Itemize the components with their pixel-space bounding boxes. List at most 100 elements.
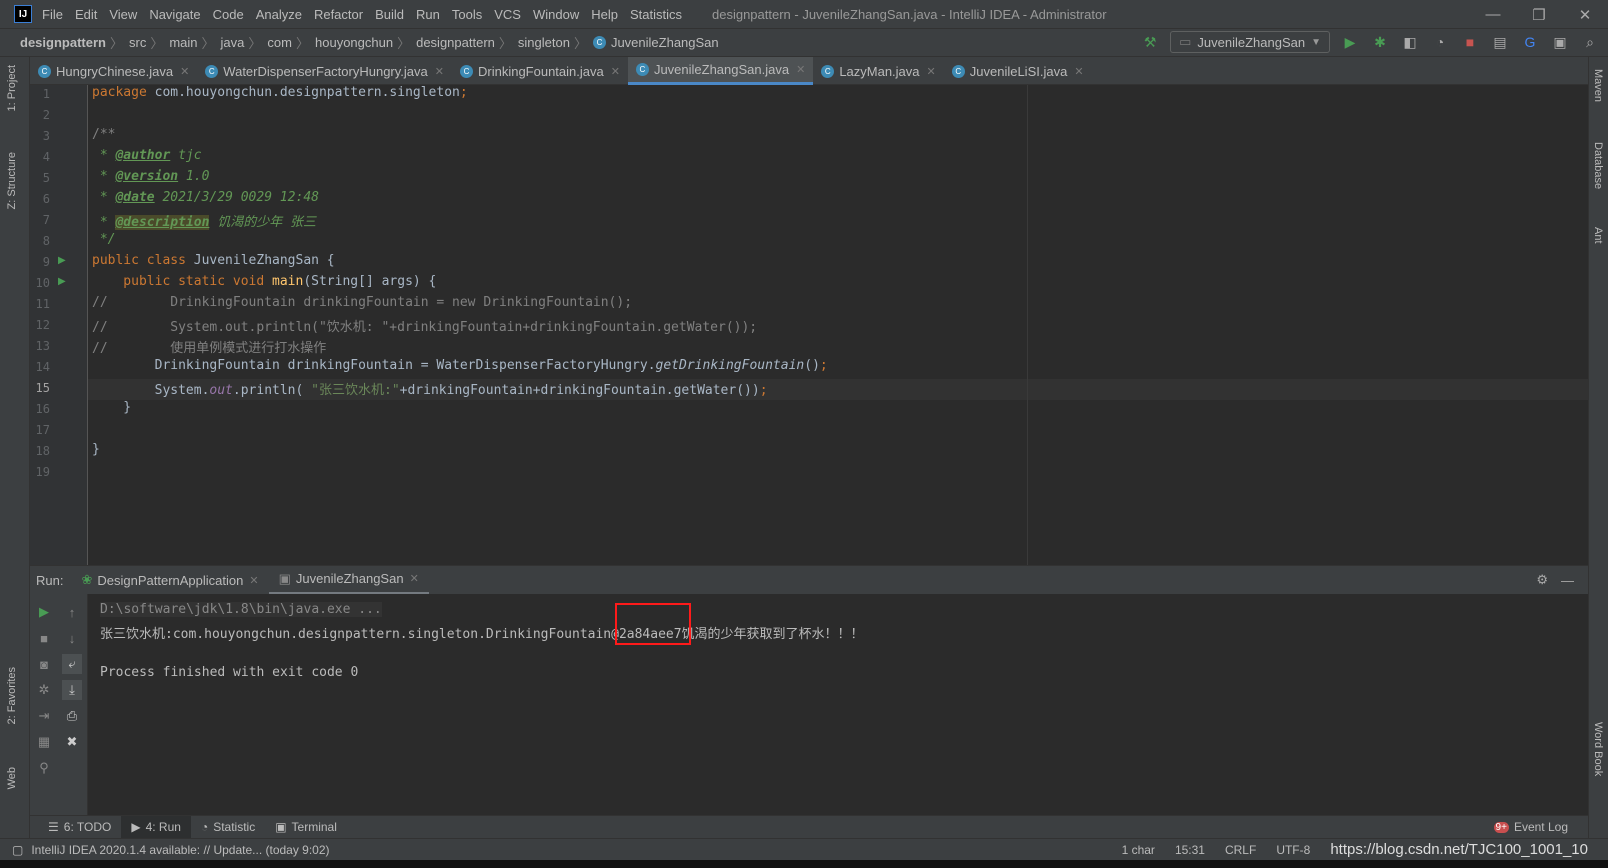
print-icon[interactable]: ⎙ <box>62 706 82 726</box>
login-icon[interactable]: ⇥ <box>34 706 54 726</box>
restore-button[interactable]: ❐ <box>1516 0 1562 29</box>
minimize-button[interactable]: — <box>1470 0 1516 29</box>
camera-icon[interactable]: ◙ <box>34 654 54 674</box>
run-tab-juvenilezhangsan[interactable]: ▣ JuvenileZhangSan ✕ <box>268 566 429 595</box>
statistic-tab[interactable]: ◔ Statistic <box>191 816 265 839</box>
close-icon[interactable]: ✕ <box>180 65 189 78</box>
layout-icon[interactable]: ▦ <box>34 732 54 752</box>
tab-juvenilelisi[interactable]: C JuvenileLiSI.java ✕ <box>944 57 1092 85</box>
rerun-icon[interactable]: ▶ <box>34 602 54 622</box>
breadcrumb-item[interactable]: designpattern <box>20 35 106 50</box>
caret-position[interactable]: 15:31 <box>1175 843 1205 857</box>
build-hammer-icon[interactable]: ⚒ <box>1140 32 1160 52</box>
profile-icon[interactable]: ◔ <box>1430 32 1450 52</box>
code-editor[interactable]: ▶ ▶ package com.houyongchun.designpatter… <box>30 85 1588 565</box>
soft-wrap-icon[interactable]: ⤶ <box>62 654 82 674</box>
structure-tool-button[interactable]: Z: Structure <box>6 152 18 209</box>
tab-label: Terminal <box>291 820 337 834</box>
code-line-13: // 使用单例模式进行打水操作 <box>92 341 327 356</box>
down-arrow-icon[interactable]: ↓ <box>62 628 82 648</box>
stop-icon[interactable]: ■ <box>34 628 54 648</box>
todo-tab[interactable]: ☰ 6: TODO <box>38 816 121 839</box>
run-tab-designpatternapplication[interactable]: ❀ DesignPatternApplication ✕ <box>71 566 268 595</box>
status-message[interactable]: IntelliJ IDEA 2020.1.4 available: // Upd… <box>31 843 329 857</box>
search-icon[interactable]: ⌕ <box>1580 32 1600 52</box>
breadcrumb-item[interactable]: singleton <box>518 35 570 50</box>
translate-icon[interactable]: G <box>1520 32 1540 52</box>
menu-navigate[interactable]: Navigate <box>149 7 200 22</box>
menu-run[interactable]: Run <box>416 7 440 22</box>
tab-lazyman[interactable]: C LazyMan.java ✕ <box>813 57 943 85</box>
breadcrumb-item[interactable]: com <box>267 35 292 50</box>
run-icon[interactable]: ▶ <box>1340 32 1360 52</box>
close-icon[interactable]: ✕ <box>249 574 258 587</box>
console-line: 张三饮水机:com.houyongchun.designpattern.sing… <box>100 627 864 642</box>
minimize-panel-icon[interactable]: — <box>1561 573 1574 588</box>
menu-analyze[interactable]: Analyze <box>256 7 302 22</box>
project-structure-icon[interactable]: ▤ <box>1490 32 1510 52</box>
run-tab[interactable]: ▶ 4: Run <box>121 815 191 839</box>
close-icon[interactable]: ✕ <box>410 572 419 585</box>
tab-juvenilezhangsan[interactable]: C JuvenileZhangSan.java ✕ <box>627 57 814 85</box>
close-icon[interactable]: ✕ <box>435 65 444 78</box>
tab-label: 4: Run <box>145 820 181 834</box>
breadcrumb-item[interactable]: houyongchun <box>315 35 393 50</box>
menu-window[interactable]: Window <box>533 7 579 22</box>
class-icon: C <box>951 64 965 78</box>
file-encoding[interactable]: UTF-8 <box>1276 843 1310 857</box>
close-icon[interactable]: ✕ <box>796 63 805 76</box>
close-icon[interactable]: ✕ <box>611 65 620 78</box>
chevron-down-icon: ▼ <box>1311 36 1321 48</box>
menu-view[interactable]: View <box>109 7 137 22</box>
breadcrumb-item[interactable]: designpattern <box>416 35 495 50</box>
code-line-7: * @description 饥渴的少年 张三 <box>92 215 317 230</box>
menu-edit[interactable]: Edit <box>75 7 97 22</box>
breadcrumb-item[interactable]: java <box>221 35 245 50</box>
settings-icon[interactable]: ✲ <box>34 680 54 700</box>
close-button[interactable]: ✕ <box>1562 0 1608 29</box>
terminal-window-icon[interactable]: ▣ <box>1550 32 1570 52</box>
run-main-icon[interactable]: ▶ <box>58 276 66 287</box>
word-book-tool-button[interactable]: Word Book <box>1592 722 1604 776</box>
ant-tool-button[interactable]: Ant <box>1592 227 1604 244</box>
breadcrumb-item[interactable]: src <box>129 35 146 50</box>
title-bar: IJ File Edit View Navigate Code Analyze … <box>0 0 1608 29</box>
breadcrumb-item[interactable]: main <box>169 35 197 50</box>
menu-build[interactable]: Build <box>375 7 404 22</box>
event-log-tab[interactable]: 9+ Event Log <box>1484 816 1578 839</box>
console-output[interactable]: D:\software\jdk\1.8\bin\java.exe ... 张三饮… <box>88 594 1588 815</box>
menu-file[interactable]: File <box>42 7 63 22</box>
gear-icon[interactable]: ⚙ <box>1536 572 1548 588</box>
web-tool-button[interactable]: Web <box>6 767 18 789</box>
stop-icon[interactable]: ■ <box>1460 32 1480 52</box>
maven-tool-button[interactable]: Maven <box>1592 69 1604 102</box>
run-class-icon[interactable]: ▶ <box>58 255 66 266</box>
close-icon[interactable]: ✕ <box>927 65 936 78</box>
watermark: https://blog.csdn.net/TJC100_1001_10 <box>1330 841 1588 858</box>
menu-statistics[interactable]: Statistics <box>630 7 682 22</box>
trash-icon[interactable]: ✖ <box>62 732 82 752</box>
line-separator[interactable]: CRLF <box>1225 843 1256 857</box>
up-arrow-icon[interactable]: ↑ <box>62 602 82 622</box>
debug-icon[interactable]: ✱ <box>1370 32 1390 52</box>
breadcrumb-item[interactable]: JuvenileZhangSan <box>611 35 719 50</box>
menu-vcs[interactable]: VCS <box>494 7 521 22</box>
coverage-icon[interactable]: ◧ <box>1400 32 1420 52</box>
menu-code[interactable]: Code <box>213 7 244 22</box>
class-icon: C <box>592 36 606 49</box>
menu-refactor[interactable]: Refactor <box>314 7 363 22</box>
tab-hungrychinese[interactable]: C HungryChinese.java ✕ <box>30 57 197 85</box>
project-tool-button[interactable]: 1: Project <box>6 65 18 111</box>
scroll-to-end-icon[interactable]: ⤓ <box>62 680 82 700</box>
run-icon: ▶ <box>131 820 141 834</box>
tab-waterdispenserfactoryhungry[interactable]: C WaterDispenserFactoryHungry.java ✕ <box>197 57 452 85</box>
pin-icon[interactable]: ⚲ <box>34 758 54 778</box>
terminal-tab[interactable]: ▣ Terminal <box>265 816 347 839</box>
menu-tools[interactable]: Tools <box>452 7 482 22</box>
database-tool-button[interactable]: Database <box>1592 142 1604 189</box>
close-icon[interactable]: ✕ <box>1074 65 1083 78</box>
favorites-tool-button[interactable]: 2: Favorites <box>6 667 18 724</box>
tab-drinkingfountain[interactable]: C DrinkingFountain.java ✕ <box>452 57 628 85</box>
menu-help[interactable]: Help <box>591 7 618 22</box>
run-config-dropdown[interactable]: ▭ JuvenileZhangSan ▼ <box>1170 31 1330 53</box>
